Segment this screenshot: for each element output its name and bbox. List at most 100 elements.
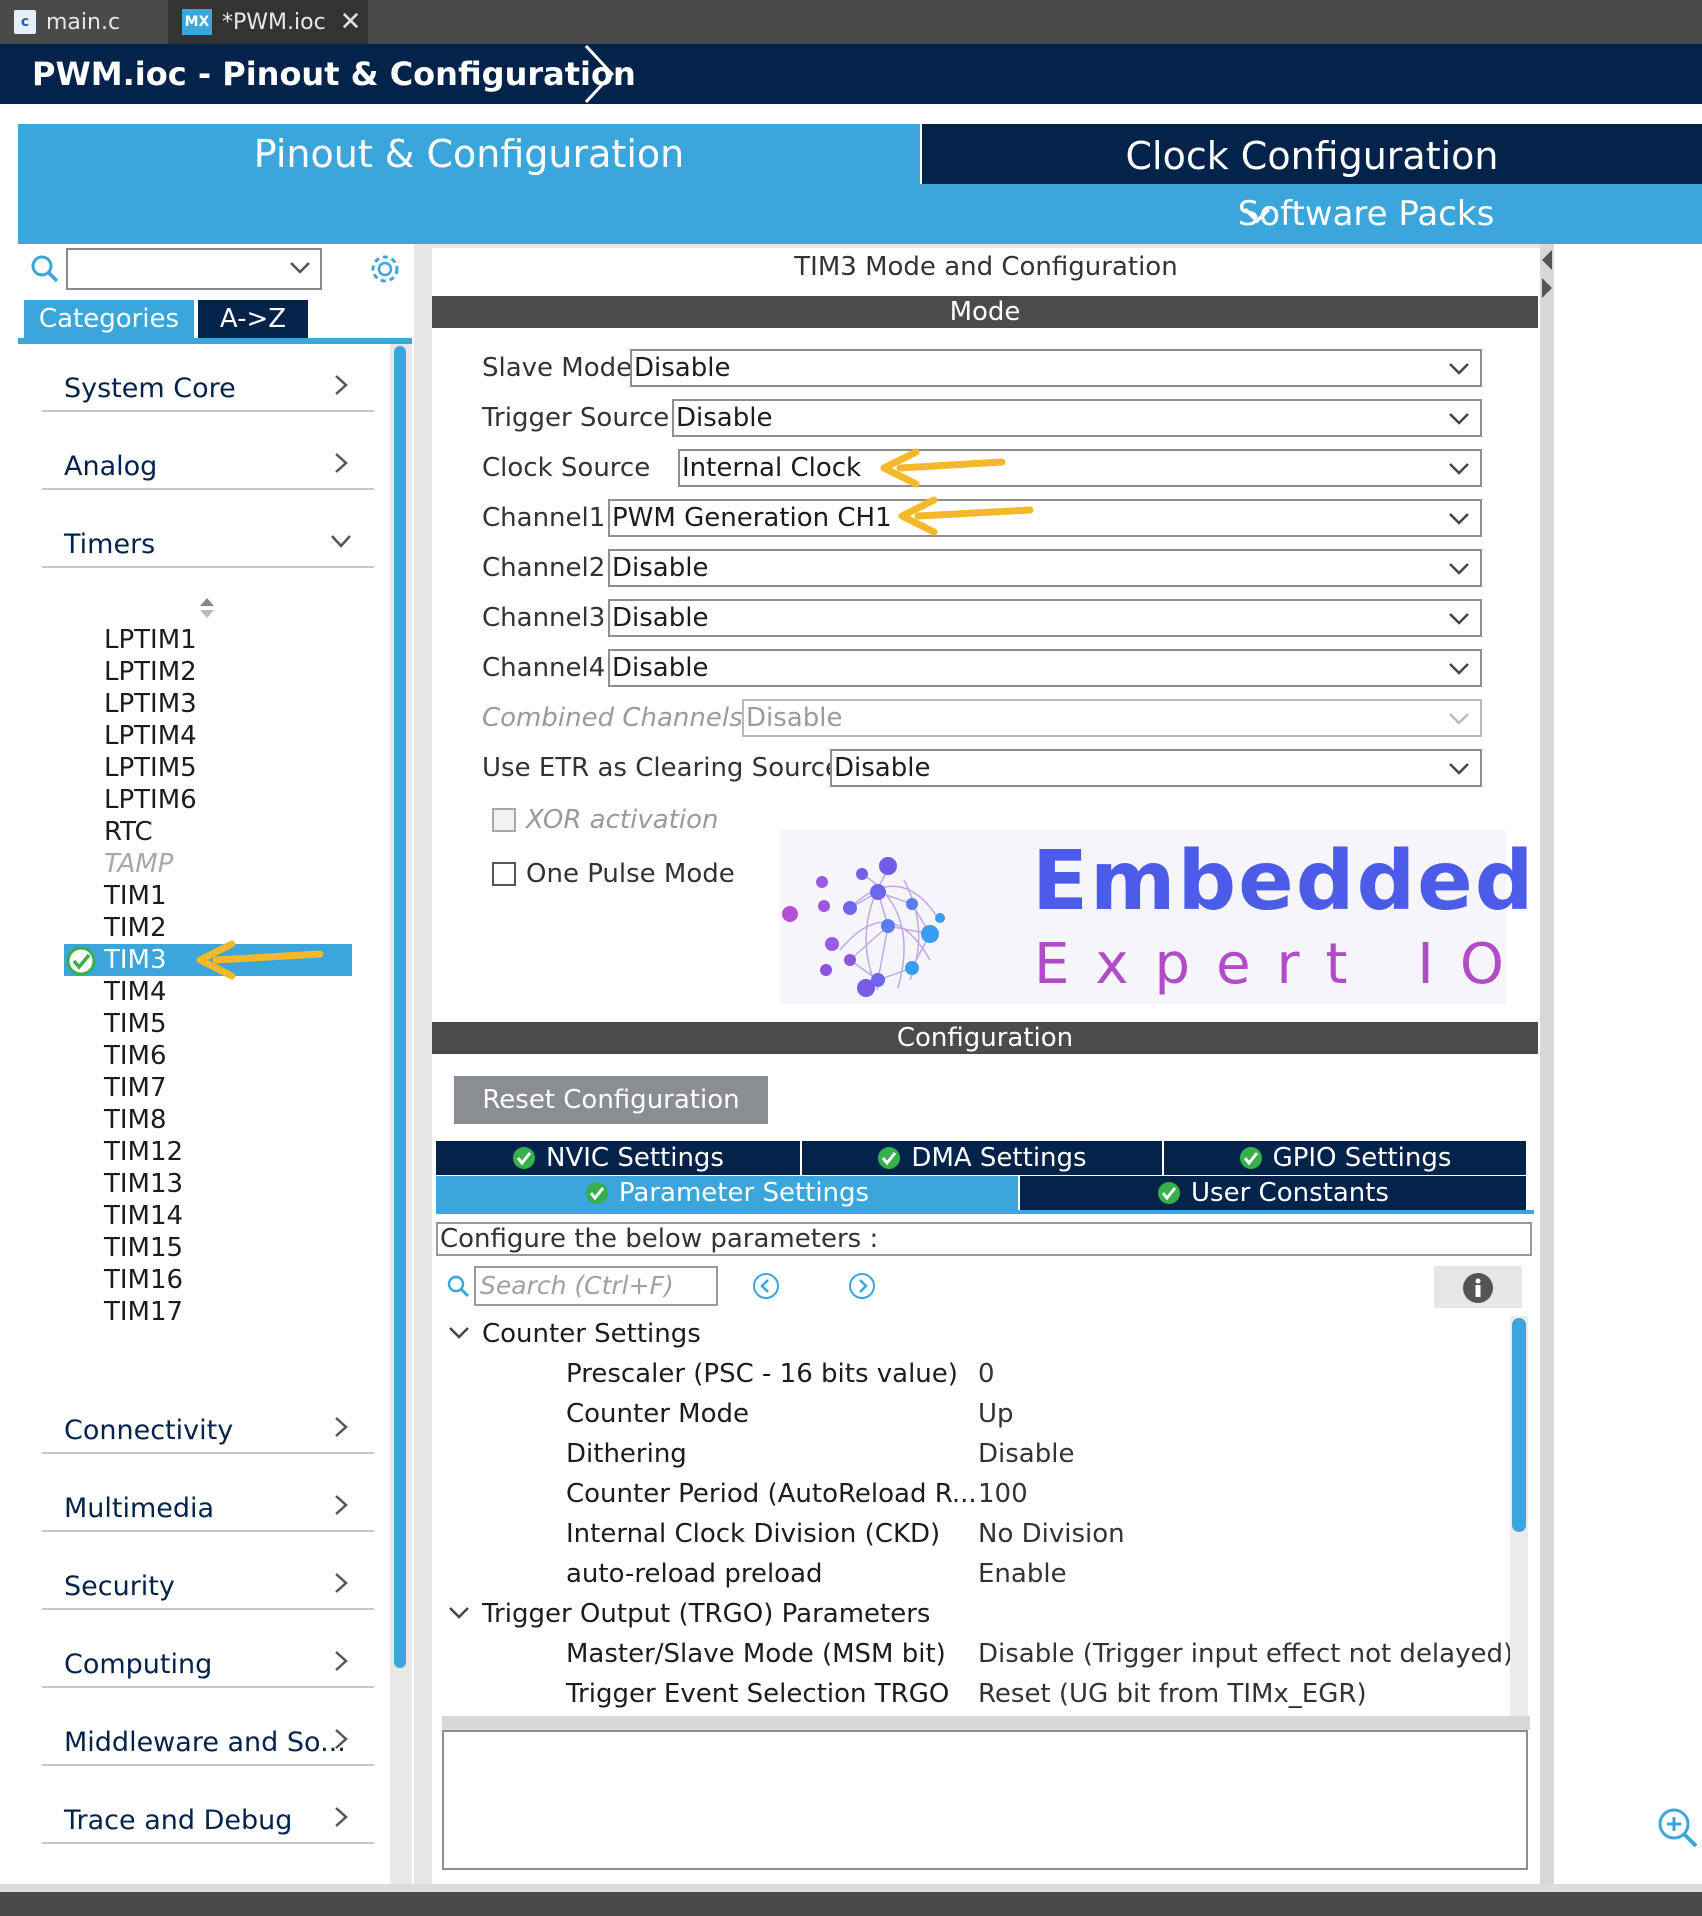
tab-dma-settings[interactable]: DMA Settings [802, 1141, 1164, 1175]
param-autoreload-preload-value[interactable]: Enable [978, 1556, 1067, 1592]
timer-item-tim2[interactable]: TIM2 [104, 912, 167, 944]
timer-item-tim6[interactable]: TIM6 [104, 1040, 167, 1072]
parameters-scrollbar-thumb[interactable] [1512, 1318, 1526, 1532]
annotation-arrow-icon [898, 496, 1034, 536]
tab-label: NVIC Settings [546, 1143, 724, 1173]
zoom-in-icon[interactable] [1656, 1806, 1698, 1848]
param-clock-division-value[interactable]: No Division [978, 1516, 1125, 1552]
slave-mode-label: Slave Mode [482, 353, 633, 383]
collapse-arrows-icon[interactable] [1540, 248, 1554, 304]
param-prescaler-name: Prescaler (PSC - 16 bits value) [566, 1359, 958, 1389]
timer-item-tim7[interactable]: TIM7 [104, 1072, 167, 1104]
category-search-input[interactable] [66, 248, 322, 290]
category-multimedia[interactable]: Multimedia [42, 1480, 374, 1532]
tab-nvic-settings[interactable]: NVIC Settings [436, 1141, 802, 1175]
pinout-view-area [1554, 244, 1702, 1884]
timer-item-lptim4[interactable]: LPTIM4 [104, 720, 197, 752]
search-icon [447, 1275, 470, 1298]
chevron-down-icon [1449, 613, 1469, 625]
categories-scrollbar-thumb[interactable] [394, 346, 406, 1668]
param-dithering-value[interactable]: Disable [978, 1436, 1074, 1472]
channel3-select[interactable]: Disable [608, 599, 1482, 637]
category-system-core[interactable]: System Core [42, 360, 374, 412]
panel-splitter[interactable] [1540, 244, 1554, 1884]
timer-item-tim14[interactable]: TIM14 [104, 1200, 183, 1232]
combined-channels-value: Disable [746, 703, 843, 733]
slave-mode-select[interactable]: Disable [630, 349, 1482, 387]
chevron-down-icon[interactable] [448, 1606, 470, 1620]
category-computing[interactable]: Computing [42, 1636, 374, 1688]
timer-item-tim8[interactable]: TIM8 [104, 1104, 167, 1136]
editor-tab-main-c[interactable]: c main.c [0, 0, 166, 44]
category-analog[interactable]: Analog [42, 438, 374, 490]
software-packs-menu[interactable]: Software Packs [920, 184, 1702, 244]
param-msm-value[interactable]: Disable (Trigger input effect not delaye… [978, 1636, 1513, 1672]
categories-view-button[interactable]: Categories [24, 300, 194, 338]
timer-item-tim16[interactable]: TIM16 [104, 1264, 183, 1296]
group-trigger-output[interactable]: Trigger Output (TRGO) Parameters [482, 1596, 930, 1632]
parameter-search-input[interactable]: Search (Ctrl+F) [474, 1266, 718, 1306]
tab-pinout-configuration[interactable]: Pinout & Configuration [18, 124, 920, 244]
check-circle-icon [585, 1182, 608, 1204]
timer-item-tim1[interactable]: TIM1 [104, 880, 167, 912]
param-prescaler-value[interactable]: 0 [978, 1356, 995, 1392]
timer-item-tim17[interactable]: TIM17 [104, 1296, 183, 1328]
timer-item-lptim3[interactable]: LPTIM3 [104, 688, 197, 720]
group-counter-settings[interactable]: Counter Settings [482, 1316, 701, 1352]
param-clock-division-name: Internal Clock Division (CKD) [566, 1519, 941, 1549]
check-circle-icon [513, 1147, 536, 1169]
timer-item-tim4[interactable]: TIM4 [104, 976, 167, 1008]
chevron-right-icon [335, 453, 348, 473]
category-security[interactable]: Security [42, 1558, 374, 1610]
timer-item-lptim1[interactable]: LPTIM1 [104, 624, 197, 656]
chevron-down-icon[interactable] [288, 260, 312, 276]
category-middleware[interactable]: Middleware and So... [42, 1714, 374, 1766]
category-connectivity[interactable]: Connectivity [42, 1402, 374, 1454]
category-label: Trace and Debug [64, 1805, 293, 1836]
param-counter-mode-value[interactable]: Up [978, 1396, 1014, 1432]
parameters-horizontal-scrollbar[interactable] [442, 1716, 1530, 1730]
timer-item-tim13[interactable]: TIM13 [104, 1168, 183, 1200]
next-result-icon[interactable] [848, 1272, 876, 1300]
one-pulse-mode-checkbox[interactable] [492, 862, 516, 886]
editor-tab-label: main.c [46, 9, 121, 35]
previous-result-icon[interactable] [752, 1272, 780, 1300]
timer-item-tamp: TAMP [104, 849, 174, 879]
channel4-label: Channel4 [482, 653, 606, 683]
timer-item-rtc[interactable]: RTC [104, 816, 153, 848]
mx-file-icon: MX [182, 9, 212, 35]
chevron-down-icon [1449, 513, 1469, 525]
tab-clock-label: Clock Configuration [1125, 134, 1499, 178]
tab-gpio-settings[interactable]: GPIO Settings [1164, 1141, 1526, 1175]
clock-source-value: Internal Clock [682, 453, 862, 483]
channel2-select[interactable]: Disable [608, 549, 1482, 587]
gear-icon[interactable] [368, 252, 402, 286]
tab-clock-configuration[interactable]: Clock Configuration [922, 124, 1702, 184]
category-trace-and-debug[interactable]: Trace and Debug [42, 1792, 374, 1844]
category-timers[interactable]: Timers [42, 516, 374, 568]
use-etr-select[interactable]: Disable [830, 749, 1482, 787]
close-icon[interactable]: ✕ [340, 7, 362, 37]
clock-source-select[interactable]: Internal Clock [678, 449, 1482, 487]
trigger-source-select[interactable]: Disable [672, 399, 1482, 437]
tab-user-constants[interactable]: User Constants [1020, 1176, 1526, 1210]
timer-item-tim15[interactable]: TIM15 [104, 1232, 183, 1264]
timer-item-lptim5[interactable]: LPTIM5 [104, 752, 197, 784]
sort-icon[interactable] [198, 596, 216, 620]
chevron-down-icon[interactable] [448, 1326, 470, 1340]
editor-tab-pwm-ioc[interactable]: MX *PWM.ioc ✕ [168, 0, 368, 44]
atoz-view-button[interactable]: A->Z [198, 300, 308, 338]
tab-parameter-settings[interactable]: Parameter Settings [436, 1176, 1020, 1210]
editor-tab-bar: c main.c MX *PWM.ioc ✕ [0, 0, 1702, 44]
timer-item-lptim2[interactable]: LPTIM2 [104, 656, 197, 688]
timer-item-tim12[interactable]: TIM12 [104, 1136, 183, 1168]
param-trgo-value[interactable]: Reset (UG bit from TIMx_EGR) [978, 1676, 1367, 1712]
timer-item-lptim6[interactable]: LPTIM6 [104, 784, 197, 816]
tabs-underline [436, 1210, 1534, 1214]
reset-configuration-button[interactable]: Reset Configuration [454, 1076, 768, 1124]
breadcrumb-title[interactable]: PWM.ioc - Pinout & Configuration [32, 44, 636, 104]
timer-item-tim5[interactable]: TIM5 [104, 1008, 167, 1040]
channel4-select[interactable]: Disable [608, 649, 1482, 687]
param-counter-period-value[interactable]: 100 [978, 1476, 1028, 1512]
channel1-select[interactable]: PWM Generation CH1 [608, 499, 1482, 537]
